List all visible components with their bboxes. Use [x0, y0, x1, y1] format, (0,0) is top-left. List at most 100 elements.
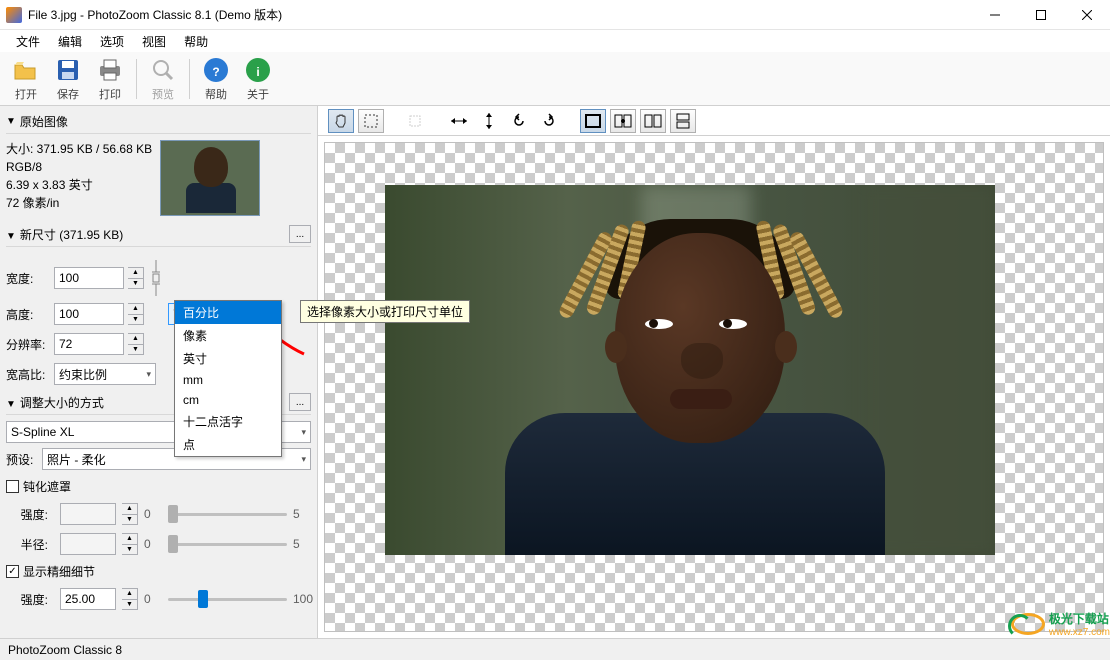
chevron-down-icon: ▾ — [301, 427, 306, 438]
width-input[interactable] — [54, 267, 124, 289]
menubar: 文件 编辑 选项 视图 帮助 — [0, 30, 1110, 52]
fine-strength-row: 强度: ▲▼ 0 100 — [6, 588, 311, 610]
unsharp-strength-row: 强度: ▲▼ 0 5 — [6, 503, 311, 525]
crop-button[interactable] — [402, 109, 428, 133]
view-split-center-button[interactable] — [610, 109, 636, 133]
watermark-logo-icon — [1011, 613, 1045, 635]
print-button[interactable]: 打印 — [90, 54, 130, 104]
unsharp-radius-spinner: ▲▼ — [122, 533, 138, 555]
unsharp-row: 钝化遮罩 — [6, 478, 311, 495]
main-toolbar: 打开 保存 打印 预览 ? 帮助 i 关于 — [0, 52, 1110, 106]
height-label: 高度: — [6, 306, 50, 323]
unit-tooltip: 选择像素大小或打印尺寸单位 — [300, 300, 470, 323]
about-button[interactable]: i 关于 — [238, 54, 278, 104]
fine-detail-checkbox[interactable]: ✓ — [6, 565, 19, 578]
statusbar: PhotoZoom Classic 8 — [0, 638, 1110, 660]
width-row: 宽度: ▲▼ — [6, 256, 311, 300]
toolbar-separator — [136, 59, 137, 99]
print-icon — [96, 56, 124, 84]
preset-label: 预设: — [6, 451, 38, 468]
aspect-label: 宽高比: — [6, 366, 50, 383]
svg-text:?: ? — [212, 65, 219, 79]
magnifier-icon — [149, 56, 177, 84]
collapse-icon: ▼ — [6, 231, 16, 242]
chevron-down-icon: ▾ — [301, 454, 306, 465]
original-thumbnail[interactable] — [160, 140, 260, 216]
dropdown-item[interactable]: 点 — [175, 433, 281, 456]
width-spinner[interactable]: ▲▼ — [128, 267, 144, 289]
open-button[interactable]: 打开 — [6, 54, 46, 104]
hand-tool-button[interactable] — [328, 109, 354, 133]
maximize-button[interactable] — [1018, 0, 1064, 30]
toolbar-separator — [189, 59, 190, 99]
info-icon: i — [244, 56, 272, 84]
menu-edit[interactable]: 编辑 — [50, 31, 90, 52]
resolution-label: 分辨率: — [6, 336, 50, 353]
unsharp-strength-spinner: ▲▼ — [122, 503, 138, 525]
dropdown-item[interactable]: 英寸 — [175, 347, 281, 370]
unit-dropdown[interactable]: 百分比 像素 英寸 mm cm 十二点活字 点 — [174, 300, 282, 457]
unsharp-strength-slider — [168, 504, 287, 524]
watermark: 极光下载站 www.xz7.com — [1011, 610, 1110, 638]
unsharp-strength-input — [60, 503, 116, 525]
dropdown-item[interactable]: 十二点活字 — [175, 410, 281, 433]
collapse-icon: ▼ — [6, 399, 16, 410]
canvas-toolbar — [318, 106, 1110, 136]
dropdown-item[interactable]: 像素 — [175, 324, 281, 347]
view-split-h-button[interactable] — [640, 109, 666, 133]
fine-strength-spinner[interactable]: ▲▼ — [122, 588, 138, 610]
resolution-spinner[interactable]: ▲▼ — [128, 333, 144, 355]
fine-detail-row: ✓ 显示精细细节 — [6, 563, 311, 580]
window-controls — [972, 0, 1110, 30]
close-button[interactable] — [1064, 0, 1110, 30]
chevron-down-icon: ▾ — [146, 369, 151, 380]
unsharp-radius-input — [60, 533, 116, 555]
canvas-area — [318, 106, 1110, 638]
marquee-tool-button[interactable] — [358, 109, 384, 133]
dropdown-item[interactable]: cm — [175, 390, 281, 410]
canvas-viewport[interactable] — [324, 142, 1104, 632]
height-input[interactable] — [54, 303, 124, 325]
unsharp-checkbox[interactable] — [6, 480, 19, 493]
dropdown-item[interactable]: 百分比 — [175, 301, 281, 324]
resolution-input[interactable] — [54, 333, 124, 355]
folder-open-icon — [12, 56, 40, 84]
rotate-ccw-button[interactable] — [506, 109, 532, 133]
view-single-button[interactable] — [580, 109, 606, 133]
rotate-cw-button[interactable] — [536, 109, 562, 133]
menu-options[interactable]: 选项 — [92, 31, 132, 52]
unsharp-radius-slider — [168, 534, 287, 554]
resize-more-button[interactable]: ... — [289, 393, 311, 411]
dropdown-item[interactable]: mm — [175, 370, 281, 390]
help-icon: ? — [202, 56, 230, 84]
minimize-button[interactable] — [972, 0, 1018, 30]
flip-h-button[interactable] — [446, 109, 472, 133]
collapse-icon: ▼ — [6, 116, 16, 127]
unsharp-radius-row: 半径: ▲▼ 0 5 — [6, 533, 311, 555]
app-icon — [6, 7, 22, 23]
flip-v-button[interactable] — [476, 109, 502, 133]
original-info-text: 大小: 371.95 KB / 56.68 KB RGB/8 6.39 x 3.… — [6, 140, 152, 212]
menu-help[interactable]: 帮助 — [176, 31, 216, 52]
menu-file[interactable]: 文件 — [8, 31, 48, 52]
svg-text:i: i — [256, 65, 259, 79]
status-text: PhotoZoom Classic 8 — [8, 643, 122, 657]
preview-image — [385, 185, 995, 555]
window-title: File 3.jpg - PhotoZoom Classic 8.1 (Demo… — [28, 6, 972, 23]
new-size-header[interactable]: ▼新尺寸 (371.95 KB) ... — [6, 222, 311, 247]
link-icon[interactable] — [148, 256, 164, 300]
fine-strength-slider[interactable] — [168, 589, 287, 609]
save-button[interactable]: 保存 — [48, 54, 88, 104]
original-image-header[interactable]: ▼ 原始图像 — [6, 110, 311, 134]
menu-view[interactable]: 视图 — [134, 31, 174, 52]
width-label: 宽度: — [6, 270, 50, 287]
aspect-combo[interactable]: 约束比例 ▾ — [54, 363, 156, 385]
fine-strength-input[interactable] — [60, 588, 116, 610]
preview-button[interactable]: 预览 — [143, 54, 183, 104]
save-icon — [54, 56, 82, 84]
view-split-v-button[interactable] — [670, 109, 696, 133]
titlebar: File 3.jpg - PhotoZoom Classic 8.1 (Demo… — [0, 0, 1110, 30]
newsize-more-button[interactable]: ... — [289, 225, 311, 243]
help-button[interactable]: ? 帮助 — [196, 54, 236, 104]
height-spinner[interactable]: ▲▼ — [128, 303, 144, 325]
